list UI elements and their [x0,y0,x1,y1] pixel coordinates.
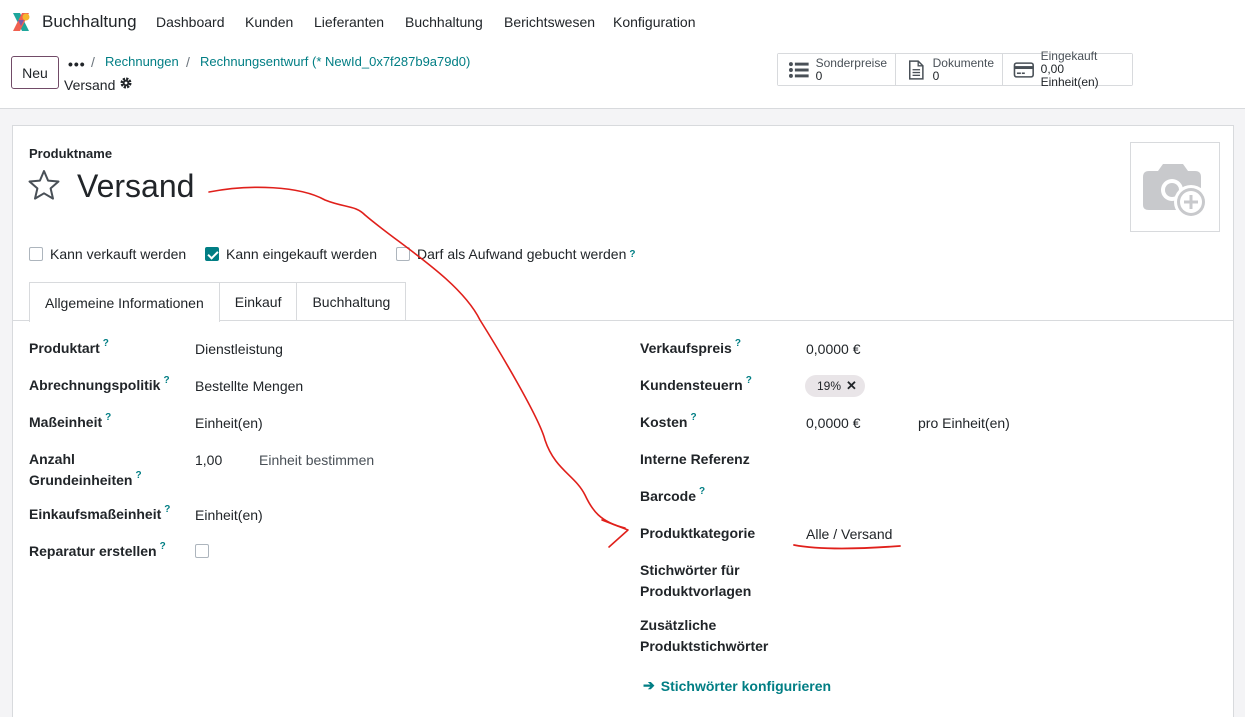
product-name-label: Produktname [29,146,113,161]
field-label-produktkategorie: Produktkategorie [640,525,756,541]
tag-remove-icon[interactable]: ✕ [846,378,857,394]
field-produktkategorie[interactable]: Alle / Versand [806,524,892,545]
stat-value: 0 [932,68,940,83]
help-tooltip-icon[interactable]: ? [690,412,696,433]
app-name[interactable]: Buchhaltung [42,12,137,32]
help-tooltip-icon[interactable]: ? [746,375,752,396]
sonderpreise-button[interactable]: Sonderpreise 0 [778,54,896,85]
help-tooltip-icon[interactable]: ? [163,375,169,396]
field-einkaufsmasseinheit[interactable]: Einheit(en) [195,505,263,526]
field-label-produktart: Produktart [29,340,100,356]
notebook-tabs: Allgemeine Informationen Einkauf Buchhal… [29,282,407,322]
stat-value: 0 [815,68,823,83]
checkbox-label: Darf als Aufwand gebucht werden [417,246,627,262]
checkbox-aufwand[interactable]: Darf als Aufwand gebucht werden ? [396,246,635,262]
field-label-reparatur: Reparatur erstellen [29,543,157,559]
reparatur-checkbox[interactable] [195,544,209,558]
tab-einkauf[interactable]: Einkauf [218,282,298,321]
stat-value: 0,00 Einheit(en) [1040,62,1099,89]
field-anzahl[interactable]: 1,00 [195,450,222,471]
field-masseinheit[interactable]: Einheit(en) [195,413,263,434]
control-panel: Neu ••• / Rechnungen / Rechnungsentwurf … [0,44,1245,109]
field-label-kundensteuern: Kundensteuern [640,377,743,393]
nav-berichtswesen[interactable]: Berichtswesen [504,14,595,30]
help-tooltip-icon[interactable]: ? [105,412,111,433]
checkbox-checked[interactable] [205,247,219,261]
eingekauft-button[interactable]: Eingekauft 0,00 Einheit(en) [1003,50,1132,89]
configure-tags-link[interactable]: ➔ Stichwörter konfigurieren [643,677,831,694]
document-icon [909,59,924,80]
checkbox-kann-eingekauft[interactable]: Kann eingekauft werden [205,246,377,262]
help-tooltip-icon[interactable]: ? [103,338,109,359]
top-navbar: Buchhaltung Dashboard Kunden Lieferanten… [0,0,1245,44]
help-tooltip-icon[interactable]: ? [629,249,635,260]
arrow-right-icon: ➔ [643,677,655,693]
product-name-input[interactable]: Versand [77,168,194,205]
field-label-stichwoerter-2: Produktvorlagen [640,583,752,599]
tag-label: 19% [817,379,842,393]
field-interne-referenz[interactable] [806,449,1136,470]
star-icon[interactable] [27,169,61,201]
field-label-masseinheit: Maßeinheit [29,414,103,430]
breadcrumb-more-button[interactable]: ••• [68,56,86,72]
record-name: Versand [64,77,116,93]
kosten-unit: pro Einheit(en) [918,415,1010,431]
field-label-einkaufsmasseinheit: Einkaufsmaßeinheit [29,506,162,522]
field-label-interne-referenz: Interne Referenz [640,451,750,467]
field-label-anzahl-1: Anzahl [29,451,75,467]
tab-buchhaltung[interactable]: Buchhaltung [296,282,407,321]
breadcrumb-separator: / [186,54,190,70]
help-tooltip-icon[interactable]: ? [699,486,705,507]
help-tooltip-icon[interactable]: ? [735,338,741,359]
field-label-stichwoerter-1: Stichwörter für [640,562,740,578]
field-produktart[interactable]: Dienstleistung [195,339,283,360]
checkbox-label: Kann verkauft werden [50,246,187,262]
help-tooltip-icon[interactable]: ? [160,541,166,562]
tax-tag-19: 19% ✕ [805,375,865,397]
nav-kunden[interactable]: Kunden [245,14,293,30]
dokumente-button[interactable]: Dokumente 0 [896,54,1003,85]
checkbox[interactable] [29,247,43,261]
checkbox-kann-verkauft[interactable]: Kann verkauft werden [29,246,186,262]
new-button[interactable]: Neu [11,56,59,89]
einheit-bestimmen-button[interactable]: Einheit bestimmen [259,450,374,471]
field-label-zusatz-1: Zusätzliche [640,617,717,633]
list-icon [788,61,809,78]
breadcrumb-separator: / [91,54,95,70]
gear-icon[interactable] [119,76,133,90]
field-label-abrechnungspolitik: Abrechnungspolitik [29,377,161,393]
field-label-barcode: Barcode [640,488,697,504]
field-label-kosten: Kosten [640,414,688,430]
app-logo-icon[interactable] [10,11,32,33]
credit-card-icon [1013,61,1034,78]
help-tooltip-icon[interactable]: ? [164,504,170,525]
checkbox[interactable] [396,247,410,261]
field-barcode[interactable] [806,486,1136,507]
field-stichwoerter[interactable] [806,560,1136,581]
nav-dashboard[interactable]: Dashboard [156,14,225,30]
field-zusatz[interactable] [806,615,1136,636]
form-sheet: Produktname Versand Kann verkauft werden… [12,125,1234,717]
stat-label: Sonderpreise [815,55,887,70]
field-label-zusatz-2: Produktstichwörter [640,638,769,654]
field-label-verkaufspreis: Verkaufspreis [640,340,732,356]
configure-tags-label: Stichwörter konfigurieren [660,677,832,694]
nav-konfiguration[interactable]: Konfiguration [613,14,696,30]
field-label-anzahl-2: Grundeinheiten [29,472,133,488]
product-image-upload[interactable] [1130,142,1220,232]
camera-plus-icon [1143,164,1208,219]
breadcrumb-rechnungsentwurf[interactable]: Rechnungsentwurf (* NewId_0x7f287b9a79d0… [200,54,470,69]
tab-allgemeine-informationen[interactable]: Allgemeine Informationen [29,282,220,322]
help-tooltip-icon[interactable]: ? [135,470,141,491]
nav-buchhaltung[interactable]: Buchhaltung [405,14,483,30]
checkbox-label: Kann eingekauft werden [226,246,377,262]
breadcrumb-rechnungen[interactable]: Rechnungen [105,54,179,69]
smart-buttons: Sonderpreise 0 Dokumente 0 Eingekauft 0,… [777,50,1133,89]
field-abrechnungspolitik[interactable]: Bestellte Mengen [195,376,303,397]
field-kosten[interactable]: 0,0000 € [806,413,861,434]
field-verkaufspreis[interactable]: 0,0000 € [806,339,861,360]
stat-label: Dokumente [932,55,994,70]
nav-lieferanten[interactable]: Lieferanten [314,14,384,30]
